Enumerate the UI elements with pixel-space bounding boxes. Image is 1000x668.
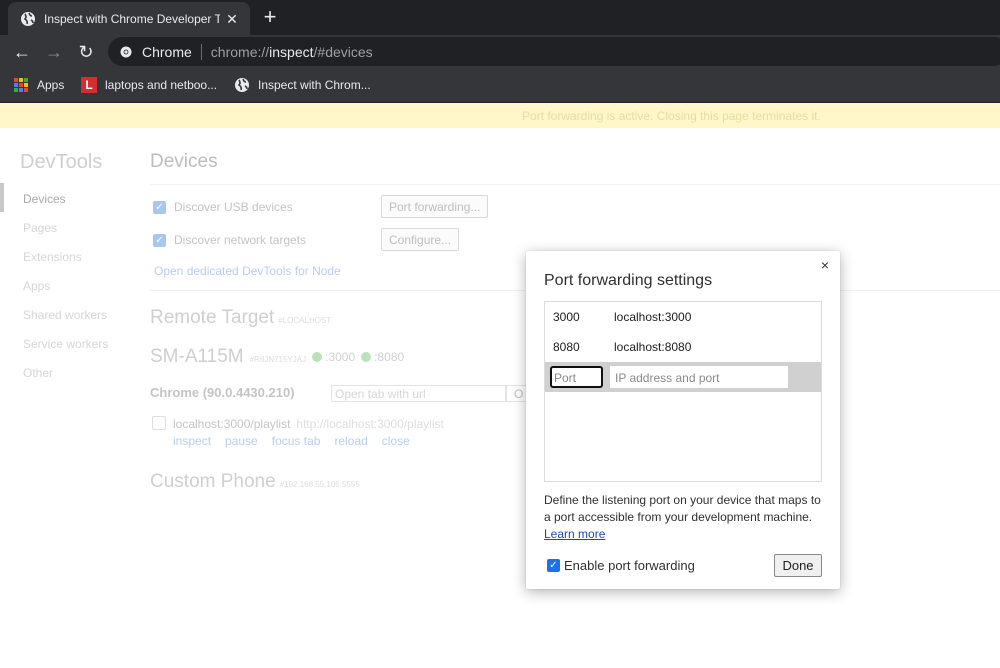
inspect-link[interactable]: inspect	[173, 434, 211, 448]
bookmarks-bar: Apps L laptops and netboo... Inspect wit…	[0, 68, 1000, 103]
sidebar-item-shared-workers[interactable]: Shared workers	[23, 308, 107, 322]
bookmark-apps[interactable]: Apps	[14, 75, 64, 95]
remote-browser-name: Chrome (90.0.4430.210)	[150, 385, 295, 400]
close-link[interactable]: close	[382, 434, 410, 448]
port-rule-row[interactable]: 8080 localhost:8080	[545, 332, 821, 362]
tab-close-icon[interactable]: ✕	[224, 11, 240, 27]
sidebar-item-other[interactable]: Other	[23, 366, 53, 380]
enable-port-forwarding-option[interactable]: ✓ Enable port forwarding	[547, 558, 695, 573]
custom-phone-heading: Custom Phone #192.168.55.105:5555	[150, 471, 360, 492]
configure-button[interactable]: Configure...	[381, 228, 460, 251]
open-tab-url-input[interactable]: Open tab with url	[331, 385, 506, 402]
address-input[interactable]: IP address and port	[610, 366, 788, 388]
page-type-label: Chrome	[142, 43, 192, 60]
tab-strip: Inspect with Chrome Developer Tools ✕ +	[0, 0, 1000, 35]
sidebar-item-extensions[interactable]: Extensions	[23, 250, 82, 264]
rule-port: 3000	[553, 310, 580, 324]
bookmark-label: Inspect with Chrom...	[258, 78, 371, 92]
page-actions: inspect pause focus tab reload close	[173, 434, 424, 448]
address-bar[interactable]: Chrome chrome://inspect/#devices	[108, 37, 1000, 66]
done-button[interactable]: Done	[774, 554, 822, 577]
discover-network-option[interactable]: ✓ Discover network targets	[153, 233, 306, 247]
forwarded-port-badge: :3000	[312, 350, 355, 364]
device-header: SM-A115M #R8JN715YJAJ :3000 :8080	[150, 346, 404, 368]
port-forwarding-dialog: × Port forwarding settings 3000 localhos…	[526, 251, 840, 589]
sidebar-item-service-workers[interactable]: Service workers	[23, 337, 108, 351]
remote-page-entry: localhost:3000/playlist http://localhost:…	[173, 417, 444, 431]
browser-toolbar: ← → ↻ Chrome chrome://inspect/#devices	[0, 35, 1000, 68]
page-checkbox[interactable]	[152, 416, 166, 430]
bookmark-label: laptops and netboo...	[105, 78, 218, 92]
device-name: SM-A115M	[150, 346, 244, 367]
port-input[interactable]: Port	[550, 366, 603, 388]
banner-text: Port forwarding is active. Closing this …	[522, 109, 821, 123]
help-text: Define the listening port on your device…	[544, 493, 821, 541]
discover-usb-option[interactable]: ✓ Discover USB devices	[153, 200, 293, 214]
reload-link[interactable]: reload	[334, 434, 367, 448]
rule-target: localhost:8080	[614, 340, 692, 354]
chrome-page-icon	[120, 46, 132, 57]
apps-grid-icon	[14, 78, 28, 92]
reload-button[interactable]: ↻	[73, 39, 99, 65]
open-node-devtools-link[interactable]: Open dedicated DevTools for Node	[154, 264, 341, 278]
divider	[150, 184, 1000, 185]
close-icon[interactable]: ×	[818, 257, 832, 273]
new-tab-button[interactable]: +	[258, 6, 282, 30]
browser-tab[interactable]: Inspect with Chrome Developer Tools ✕	[8, 2, 250, 35]
status-dot-icon	[312, 352, 323, 362]
bookmark-label: Apps	[37, 78, 65, 92]
omnibox-separator	[200, 43, 202, 60]
forwarded-port-badge: :8080	[361, 350, 404, 364]
remote-page-url: http://localhost:3000/playlist	[296, 417, 444, 431]
learn-more-link[interactable]: Learn more	[544, 527, 605, 541]
globe-icon	[235, 78, 249, 92]
checkbox-checked-icon[interactable]: ✓	[153, 233, 166, 247]
discover-usb-label: Discover USB devices	[174, 200, 293, 214]
page-title: Devices	[150, 151, 218, 172]
port-rules-list: 3000 localhost:3000 8080 localhost:8080 …	[544, 301, 822, 482]
discover-network-label: Discover network targets	[174, 233, 307, 247]
pause-link[interactable]: pause	[225, 434, 258, 448]
port-rule-row[interactable]: 3000 localhost:3000	[545, 302, 821, 332]
device-serial: #R8JN715YJAJ	[249, 355, 307, 364]
remote-page-title: localhost:3000/playlist	[173, 417, 291, 431]
port-forwarding-banner: Port forwarding is active. Closing this …	[0, 103, 1000, 128]
new-rule-row: Port IP address and port	[545, 362, 821, 392]
port-forwarding-button[interactable]: Port forwarding...	[381, 195, 489, 218]
checkbox-checked-icon[interactable]: ✓	[547, 559, 560, 572]
rule-target: localhost:3000	[614, 310, 692, 324]
forward-button[interactable]: →	[41, 39, 67, 65]
sidebar-item-pages[interactable]: Pages	[23, 221, 57, 235]
l-favicon-icon: L	[81, 77, 97, 93]
bookmark-laptops[interactable]: L laptops and netboo...	[81, 75, 217, 95]
status-dot-icon	[361, 352, 372, 362]
sidebar-item-apps[interactable]: Apps	[23, 279, 50, 293]
enable-label: Enable port forwarding	[564, 558, 695, 573]
globe-icon	[21, 11, 35, 26]
remote-target-heading: Remote Target #LOCALHOST	[150, 307, 332, 328]
rule-port: 8080	[553, 340, 580, 354]
dialog-title: Port forwarding settings	[544, 272, 713, 289]
bookmark-inspect[interactable]: Inspect with Chrom...	[234, 75, 371, 95]
checkbox-checked-icon[interactable]: ✓	[153, 200, 166, 214]
devtools-inspect-page: DevTools Devices Pages Extensions Apps S…	[0, 128, 1000, 668]
tab-title: Inspect with Chrome Developer Tools	[44, 11, 220, 26]
url-text: chrome://inspect/#devices	[210, 43, 373, 60]
sidebar-item-devices[interactable]: Devices	[23, 192, 66, 206]
focus-tab-link[interactable]: focus tab	[272, 434, 321, 448]
sidebar-title: DevTools	[20, 151, 103, 173]
open-tab-button[interactable]: O	[506, 385, 528, 402]
selected-indicator	[0, 183, 4, 212]
back-button[interactable]: ←	[9, 39, 35, 65]
